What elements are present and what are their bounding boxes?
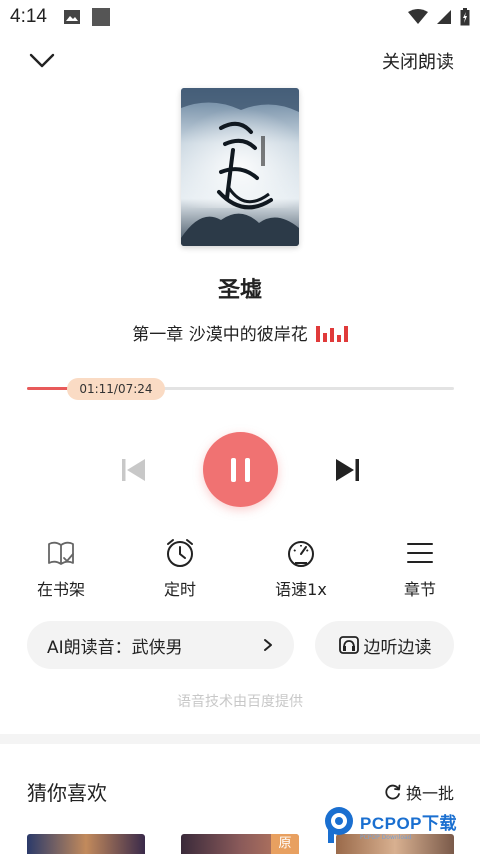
- chapter-title: 第一章 沙漠中的彼岸花: [132, 325, 308, 345]
- listen-and-read-label: 边听边读: [363, 637, 432, 658]
- top-bar: 关闭朗读: [0, 40, 480, 80]
- original-badge: 原: [271, 834, 299, 854]
- menu-lines-icon: [407, 543, 433, 563]
- book-cover: [181, 88, 299, 246]
- headphone-book-icon: [338, 636, 359, 654]
- close-reading-button[interactable]: 关闭朗读: [382, 48, 454, 74]
- playing-equalizer-icon: [315, 324, 348, 342]
- previous-chapter-button[interactable]: [118, 456, 150, 484]
- chapter-row: 第一章 沙漠中的彼岸花: [0, 320, 480, 345]
- bookshelf-label: 在书架: [36, 580, 85, 599]
- refresh-icon: [385, 784, 401, 800]
- image-notification-icon: [63, 10, 80, 24]
- watermark-brand: PCPOP下载: [360, 814, 458, 833]
- skip-next-icon: [336, 459, 359, 481]
- progress-time-thumb[interactable]: 01:11/07:24: [67, 378, 165, 400]
- wifi-icon: [408, 9, 428, 24]
- recommend-book-cover[interactable]: 原: [181, 834, 299, 854]
- book-title: 圣墟: [217, 278, 262, 303]
- status-time: 4:14: [10, 6, 47, 27]
- pause-icon: [231, 457, 236, 482]
- timer-label: 定时: [163, 580, 196, 599]
- playback-controls: [0, 430, 480, 510]
- next-chapter-button[interactable]: [331, 456, 363, 484]
- battery-icon: [460, 8, 470, 26]
- status-bar: 4:14: [0, 0, 480, 34]
- speedometer-icon: [288, 541, 314, 567]
- listen-and-read-button[interactable]: 边听边读: [315, 621, 454, 669]
- recommend-title: 猜你喜欢: [27, 781, 107, 805]
- timer-button[interactable]: 定时: [130, 536, 230, 600]
- progress-slider[interactable]: 01:11/07:24: [27, 378, 454, 400]
- collapse-button[interactable]: [26, 46, 58, 74]
- skip-previous-icon: [122, 459, 145, 481]
- square-notification-icon: [91, 8, 110, 26]
- chevron-down-icon: [29, 53, 55, 68]
- bookshelf-check-icon: [48, 541, 74, 565]
- voice-label: AI朗读音：武侠男: [47, 637, 183, 658]
- pause-button[interactable]: [203, 432, 278, 507]
- chevron-right-icon: [264, 639, 272, 651]
- watermark: PCPOP下载 PCPOP Download: [322, 800, 474, 850]
- speed-label: 语速1x: [275, 580, 327, 599]
- speed-button[interactable]: 语速1x: [251, 536, 351, 600]
- pcpop-logo-icon: [325, 807, 353, 843]
- tool-row: 在书架 定时 语速1x 章节: [0, 536, 480, 600]
- book-cover-art: [181, 88, 299, 246]
- bookshelf-button[interactable]: 在书架: [11, 536, 111, 600]
- chapters-button[interactable]: 章节: [370, 536, 470, 600]
- watermark-sub: PCPOP Download: [360, 834, 412, 841]
- provider-note: 语音技术由百度提供: [177, 694, 303, 710]
- chapters-label: 章节: [403, 580, 436, 599]
- voice-selector[interactable]: AI朗读音：武侠男: [27, 621, 294, 669]
- alarm-clock-icon: [167, 539, 193, 567]
- recommend-book-cover[interactable]: [27, 834, 145, 854]
- cell-signal-icon: [437, 10, 451, 24]
- section-divider: [0, 734, 480, 744]
